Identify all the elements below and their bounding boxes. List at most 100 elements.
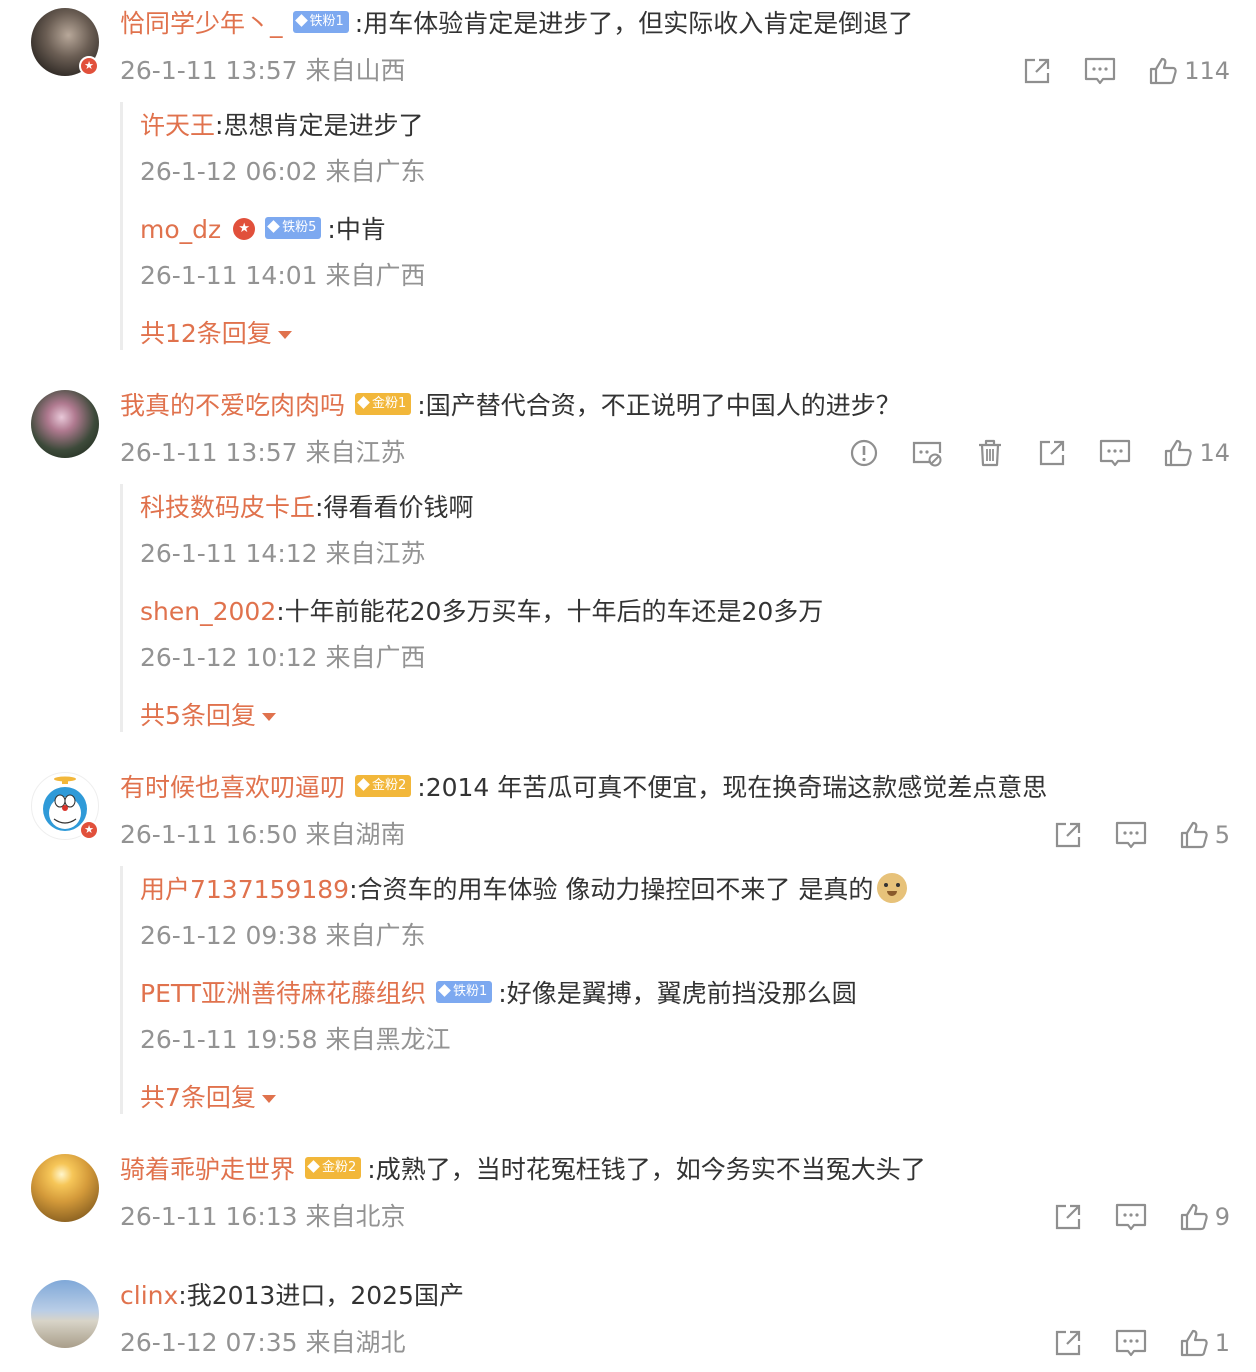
reply-text: :十年前能花20多万买车，十年后的车还是20多万 — [276, 597, 824, 626]
comment-actions: 9 — [1021, 1201, 1230, 1233]
hide-icon — [911, 438, 943, 468]
comment-text: :用车体验肯定是进步了，但实际收入肯定是倒退了 — [354, 9, 914, 38]
reply-text: :合资车的用车体验 像动力操控回不来了 是真的 — [349, 875, 874, 904]
username[interactable]: clinx — [120, 1281, 178, 1310]
reply-text: :得看看价钱啊 — [315, 493, 474, 522]
comment-line: 恰同学少年丶_ 铁粉1 :用车体验肯定是进步了，但实际收入肯定是倒退了 — [120, 8, 913, 40]
like-count: 14 — [1199, 439, 1230, 467]
comment-line: 骑着乖驴走世界 金粉2:成熟了，当时花冤枉钱了，如今务实不当冤大头了 — [120, 1154, 926, 1186]
reply-line: PETT亚洲善待麻花藤组织 铁粉1 :好像是翼搏，翼虎前挡没那么圆 — [140, 978, 857, 1010]
comment-actions: 5 — [1021, 819, 1230, 851]
comment-meta: 26-1-12 07:35 来自湖北 — [120, 1328, 406, 1357]
fan-badge-label: 金粉2 — [372, 778, 407, 793]
username[interactable]: 我真的不爱吃肉肉吗 — [120, 391, 345, 420]
reply-meta: 26-1-11 14:12 来自江苏 — [140, 539, 426, 568]
avatar[interactable] — [31, 1154, 99, 1222]
verified-badge-icon: ★ — [233, 218, 256, 240]
reply-list: 用户7137159189:合资车的用车体验 像动力操控回不来了 是真的 26-1… — [120, 866, 1223, 1114]
like-count: 5 — [1214, 821, 1230, 849]
avatar[interactable] — [31, 1280, 99, 1348]
comment-actions: 1 — [1021, 1327, 1230, 1359]
reply-text: :好像是翼搏，翼虎前挡没那么圆 — [498, 979, 857, 1008]
comment-meta: 26-1-11 13:57 来自山西 — [120, 56, 406, 85]
diamond-icon — [294, 14, 308, 27]
share-button[interactable] — [1053, 1328, 1083, 1358]
delete-button[interactable] — [975, 438, 1005, 468]
reply-line: 许天王:思想肯定是进步了 — [140, 110, 423, 142]
share-icon — [1053, 1202, 1083, 1232]
fan-badge-label: 铁粉1 — [452, 984, 488, 999]
fan-badge: 金粉2 — [305, 1157, 362, 1179]
comment-button[interactable] — [1115, 1202, 1147, 1232]
reply-meta: 26-1-12 09:38 来自广东 — [140, 921, 426, 950]
comment-button[interactable] — [1099, 438, 1131, 468]
share-icon — [1022, 56, 1052, 86]
more-replies-button[interactable]: 共7条回复 — [140, 1082, 276, 1114]
more-replies-label: 共12条回复 — [140, 319, 272, 348]
username[interactable]: 许天王 — [140, 111, 215, 140]
like-button[interactable]: 9 — [1179, 1202, 1230, 1232]
diamond-icon — [357, 778, 370, 791]
share-button[interactable] — [1053, 1202, 1083, 1232]
share-button[interactable] — [1037, 438, 1067, 468]
comment-meta: 26-1-11 16:13 来自北京 — [120, 1202, 406, 1231]
comment-text: :我2013进口，2025国产 — [178, 1281, 464, 1310]
comment-meta: 26-1-11 16:50 来自湖南 — [120, 820, 406, 849]
comment-button[interactable] — [1115, 1328, 1147, 1358]
verified-badge-icon: ★ — [79, 820, 99, 840]
fan-badge-label: 铁粉5 — [282, 220, 317, 235]
more-replies-label: 共5条回复 — [140, 701, 256, 730]
caret-down-icon — [261, 713, 276, 721]
reply-line: mo_dz ★ 铁粉5:中肯 — [140, 214, 386, 246]
like-count: 9 — [1214, 1203, 1230, 1231]
share-button[interactable] — [1053, 820, 1083, 850]
reply-meta: 26-1-12 06:02 来自广东 — [140, 157, 426, 186]
username[interactable]: 骑着乖驴走世界 — [120, 1155, 295, 1184]
share-button[interactable] — [1022, 56, 1052, 86]
comment-icon — [1099, 438, 1131, 468]
comment-button[interactable] — [1115, 820, 1147, 850]
more-replies-button[interactable]: 共12条回复 — [140, 318, 292, 350]
reply-meta: 26-1-11 14:01 来自广西 — [140, 261, 426, 290]
like-count: 114 — [1184, 57, 1230, 85]
comment-icon — [1115, 1202, 1147, 1232]
share-icon — [1053, 820, 1083, 850]
report-button[interactable] — [849, 438, 879, 468]
diamond-icon — [438, 984, 451, 997]
username[interactable]: mo_dz — [140, 215, 221, 244]
like-button[interactable]: 14 — [1163, 438, 1230, 468]
fan-badge: 金粉2 — [355, 775, 412, 797]
username[interactable]: 有时候也喜欢叨逼叨 — [120, 773, 345, 802]
like-button[interactable]: 114 — [1148, 56, 1230, 86]
fan-badge: 铁粉1 — [435, 981, 493, 1003]
comment-text: :国产替代合资，不正说明了中国人的进步？ — [417, 391, 901, 420]
username[interactable]: shen_2002 — [140, 597, 276, 626]
like-icon — [1179, 1328, 1209, 1358]
comment-actions: 114 — [990, 55, 1230, 87]
avatar[interactable] — [31, 390, 99, 458]
fan-badge-label: 铁粉1 — [309, 14, 344, 29]
like-icon — [1148, 56, 1178, 86]
delete-icon — [975, 438, 1005, 468]
like-button[interactable]: 1 — [1179, 1328, 1230, 1358]
like-icon — [1163, 438, 1193, 468]
comment-line: clinx:我2013进口，2025国产 — [120, 1280, 464, 1312]
like-icon — [1179, 820, 1209, 850]
hide-button[interactable] — [911, 438, 943, 468]
verified-badge-icon: ★ — [79, 56, 99, 76]
username[interactable]: 用户7137159189 — [140, 875, 349, 904]
share-icon — [1037, 438, 1067, 468]
diamond-icon — [357, 396, 370, 409]
fan-badge: 金粉1 — [355, 393, 412, 415]
username[interactable]: 恰同学少年丶_ — [120, 9, 283, 38]
username[interactable]: PETT亚洲善待麻花藤组织 — [140, 979, 426, 1008]
username[interactable]: 科技数码皮卡丘 — [140, 493, 315, 522]
like-button[interactable]: 5 — [1179, 820, 1230, 850]
more-replies-button[interactable]: 共5条回复 — [140, 700, 276, 732]
comment-button[interactable] — [1084, 56, 1116, 86]
comment-line: 我真的不爱吃肉肉吗 金粉1:国产替代合资，不正说明了中国人的进步？ — [120, 390, 901, 422]
fan-badge: 铁粉1 — [292, 11, 349, 33]
reply-line: 科技数码皮卡丘:得看看价钱啊 — [140, 492, 473, 524]
reply-text: :思想肯定是进步了 — [215, 111, 424, 140]
comment-text: :2014 年苦瓜可真不便宜，现在换奇瑞这款感觉差点意思 — [417, 773, 1048, 802]
